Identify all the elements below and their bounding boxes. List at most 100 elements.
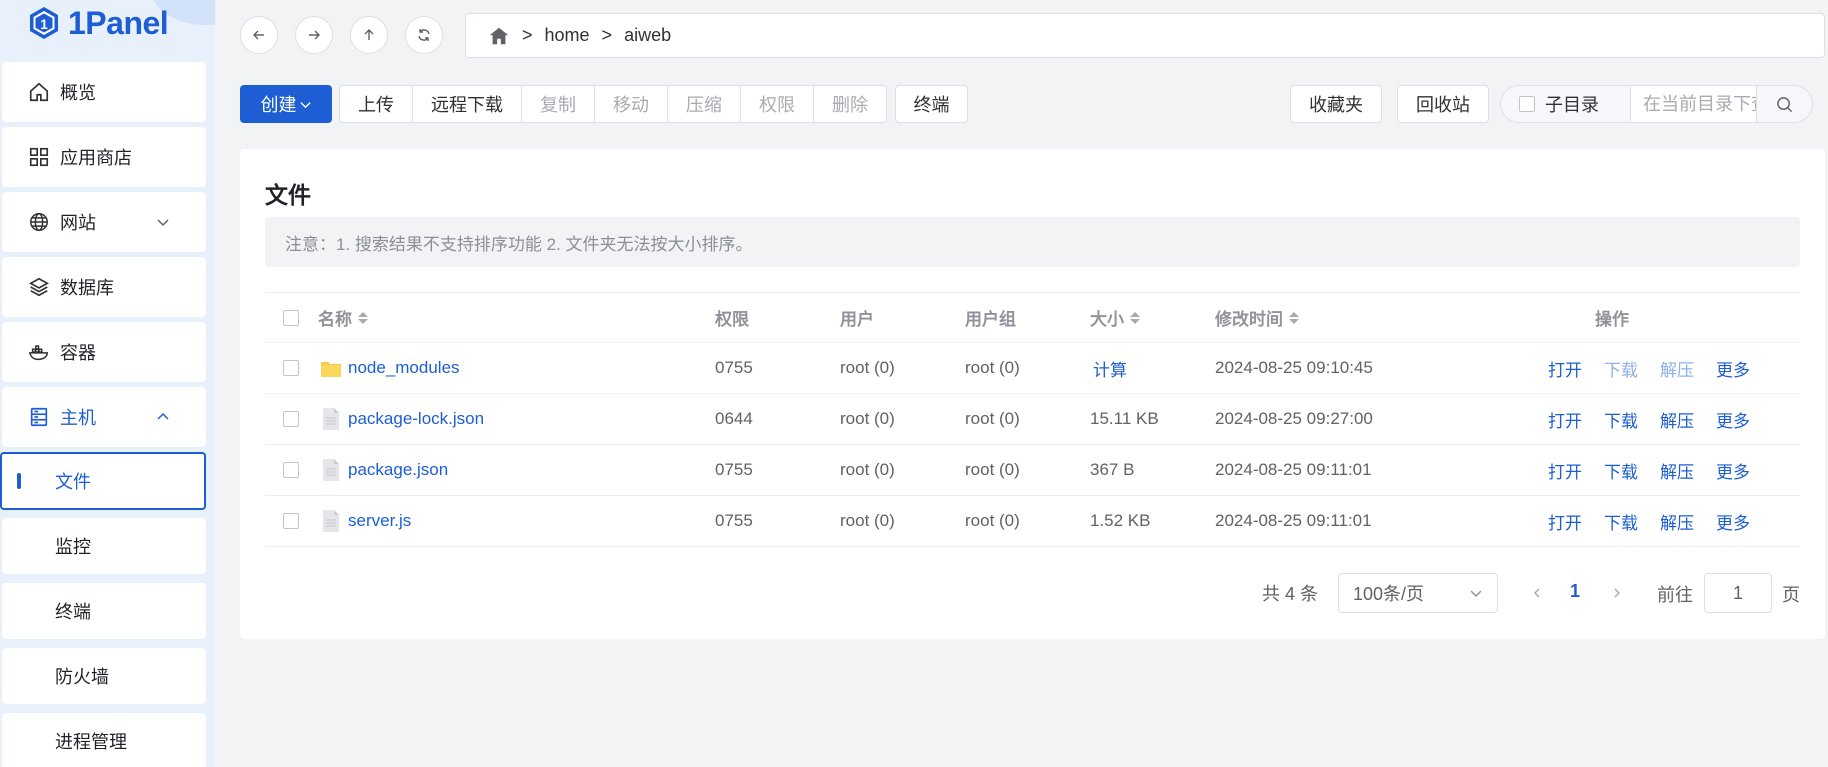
page-size-select[interactable]: 100条/页 [1338,573,1498,613]
search-input[interactable] [1631,86,1756,122]
delete-button[interactable]: 删除 [813,85,887,123]
table-row: package.json 0755 root (0) root (0) 367 … [265,445,1800,496]
extract-action[interactable]: 解压 [1660,407,1694,432]
file-name-link[interactable]: package-lock.json [348,409,484,429]
download-action[interactable]: 下载 [1604,458,1638,483]
files-table: 名称 权限 用户 用户组 大小 修改时间 操作 node_modules 075… [265,292,1800,547]
terminal-label: 终端 [913,95,950,115]
file-icon [323,459,339,481]
upload-button[interactable]: 上传 [339,85,413,123]
download-action[interactable]: 下载 [1604,509,1638,534]
copy-label: 复制 [540,95,576,115]
sidebar-item-app-store[interactable]: 应用商店 [2,127,206,187]
home-icon [29,82,49,102]
sidebar-item-website[interactable]: 网站 [2,192,206,252]
sort-icon[interactable] [1289,311,1299,324]
more-action[interactable]: 更多 [1716,458,1750,483]
up-button[interactable] [350,16,388,54]
sort-icon[interactable] [1130,311,1140,324]
favorites-button[interactable]: 收藏夹 [1290,85,1382,123]
file-name-link[interactable]: node_modules [348,358,460,378]
header-size[interactable]: 大小 [1090,293,1140,342]
file-name-link[interactable]: package.json [348,460,448,480]
download-action[interactable]: 下载 [1604,356,1638,381]
extract-action[interactable]: 解压 [1660,509,1694,534]
compress-button[interactable]: 压缩 [667,85,741,123]
file-user: root (0) [840,460,895,479]
row-actions: 打开 下载 解压 更多 [1548,394,1772,444]
sidebar-item-label: 网站 [60,213,96,233]
sidebar-subitem-files[interactable]: 文件 [0,452,206,510]
server-icon [30,407,48,427]
file-mtime: 2024-08-25 09:10:45 [1215,358,1373,377]
docker-icon [28,345,48,361]
path-segment-home[interactable]: home [545,25,590,46]
sidebar-subitem-label: 监控 [55,537,91,557]
open-action[interactable]: 打开 [1548,458,1582,483]
favorites-label: 收藏夹 [1309,95,1363,115]
move-button[interactable]: 移动 [594,85,668,123]
create-button[interactable]: 创建 [240,85,332,123]
logo-icon: 1 [30,7,58,39]
calculate-size-link[interactable]: 计算 [1093,343,1127,393]
row-checkbox[interactable] [283,394,299,444]
page-number-current[interactable]: 1 [1570,581,1580,602]
file-mtime: 2024-08-25 09:11:01 [1215,460,1372,479]
files-card: 文件 注意：1. 搜索结果不支持排序功能 2. 文件夹无法按大小排序。 名称 权… [240,149,1825,639]
goto-page-input[interactable] [1704,573,1772,613]
terminal-button[interactable]: 终端 [895,85,968,123]
more-action[interactable]: 更多 [1716,356,1750,381]
recycle-bin-button[interactable]: 回收站 [1397,85,1489,123]
sidebar-item-label: 应用商店 [60,148,132,168]
search-button[interactable] [1756,86,1812,122]
refresh-button[interactable] [405,16,443,54]
file-mtime: 2024-08-25 09:27:00 [1215,409,1373,428]
sidebar-subitem-terminal[interactable]: 终端 [2,583,206,639]
prev-page-button[interactable] [1527,580,1547,606]
select-all-checkbox[interactable] [283,293,299,342]
header-mtime-label: 修改时间 [1215,310,1283,329]
app-logo[interactable]: 1 1Panel [26,4,169,42]
row-checkbox[interactable] [283,496,299,546]
open-action[interactable]: 打开 [1548,407,1582,432]
sidebar-subitem-process[interactable]: 进程管理 [2,713,206,767]
checkbox-icon[interactable] [1519,96,1535,112]
sidebar-subitem-monitor[interactable]: 监控 [2,518,206,574]
chevron-down-icon [1470,590,1482,598]
sort-icon[interactable] [358,311,368,324]
active-indicator [17,473,21,489]
path-segment-aiweb[interactable]: aiweb [624,25,671,46]
file-name-link[interactable]: server.js [348,511,411,531]
file-name-cell: package.json [320,445,448,495]
copy-button[interactable]: 复制 [521,85,595,123]
path-breadcrumb[interactable]: > home > aiweb [465,13,1825,58]
sidebar-item-database[interactable]: 数据库 [2,257,206,317]
next-page-button[interactable] [1607,580,1627,606]
grid-icon [29,147,49,167]
subdir-checkbox[interactable]: 子目录 [1501,86,1631,122]
header-mtime[interactable]: 修改时间 [1215,293,1299,342]
remote-download-button[interactable]: 远程下载 [412,85,522,123]
extract-action[interactable]: 解压 [1660,458,1694,483]
open-action[interactable]: 打开 [1548,356,1582,381]
more-action[interactable]: 更多 [1716,509,1750,534]
row-checkbox[interactable] [283,445,299,495]
forward-button[interactable] [295,16,333,54]
sidebar-subitem-firewall[interactable]: 防火墙 [2,648,206,704]
header-name[interactable]: 名称 [318,293,368,342]
permission-button[interactable]: 权限 [740,85,814,123]
more-action[interactable]: 更多 [1716,407,1750,432]
back-button[interactable] [240,16,278,54]
sidebar-item-container[interactable]: 容器 [2,322,206,382]
sidebar-subitem-label: 终端 [55,602,91,622]
sidebar-item-host[interactable]: 主机 [2,387,206,447]
file-mode: 0755 [715,358,753,377]
recycle-bin-label: 回收站 [1416,95,1470,115]
extract-action[interactable]: 解压 [1660,356,1694,381]
download-action[interactable]: 下载 [1604,407,1638,432]
open-action[interactable]: 打开 [1548,509,1582,534]
sidebar-item-overview[interactable]: 概览 [2,62,206,122]
row-checkbox[interactable] [283,343,299,393]
home-icon[interactable] [488,25,510,47]
page-unit-label: 页 [1782,585,1800,605]
